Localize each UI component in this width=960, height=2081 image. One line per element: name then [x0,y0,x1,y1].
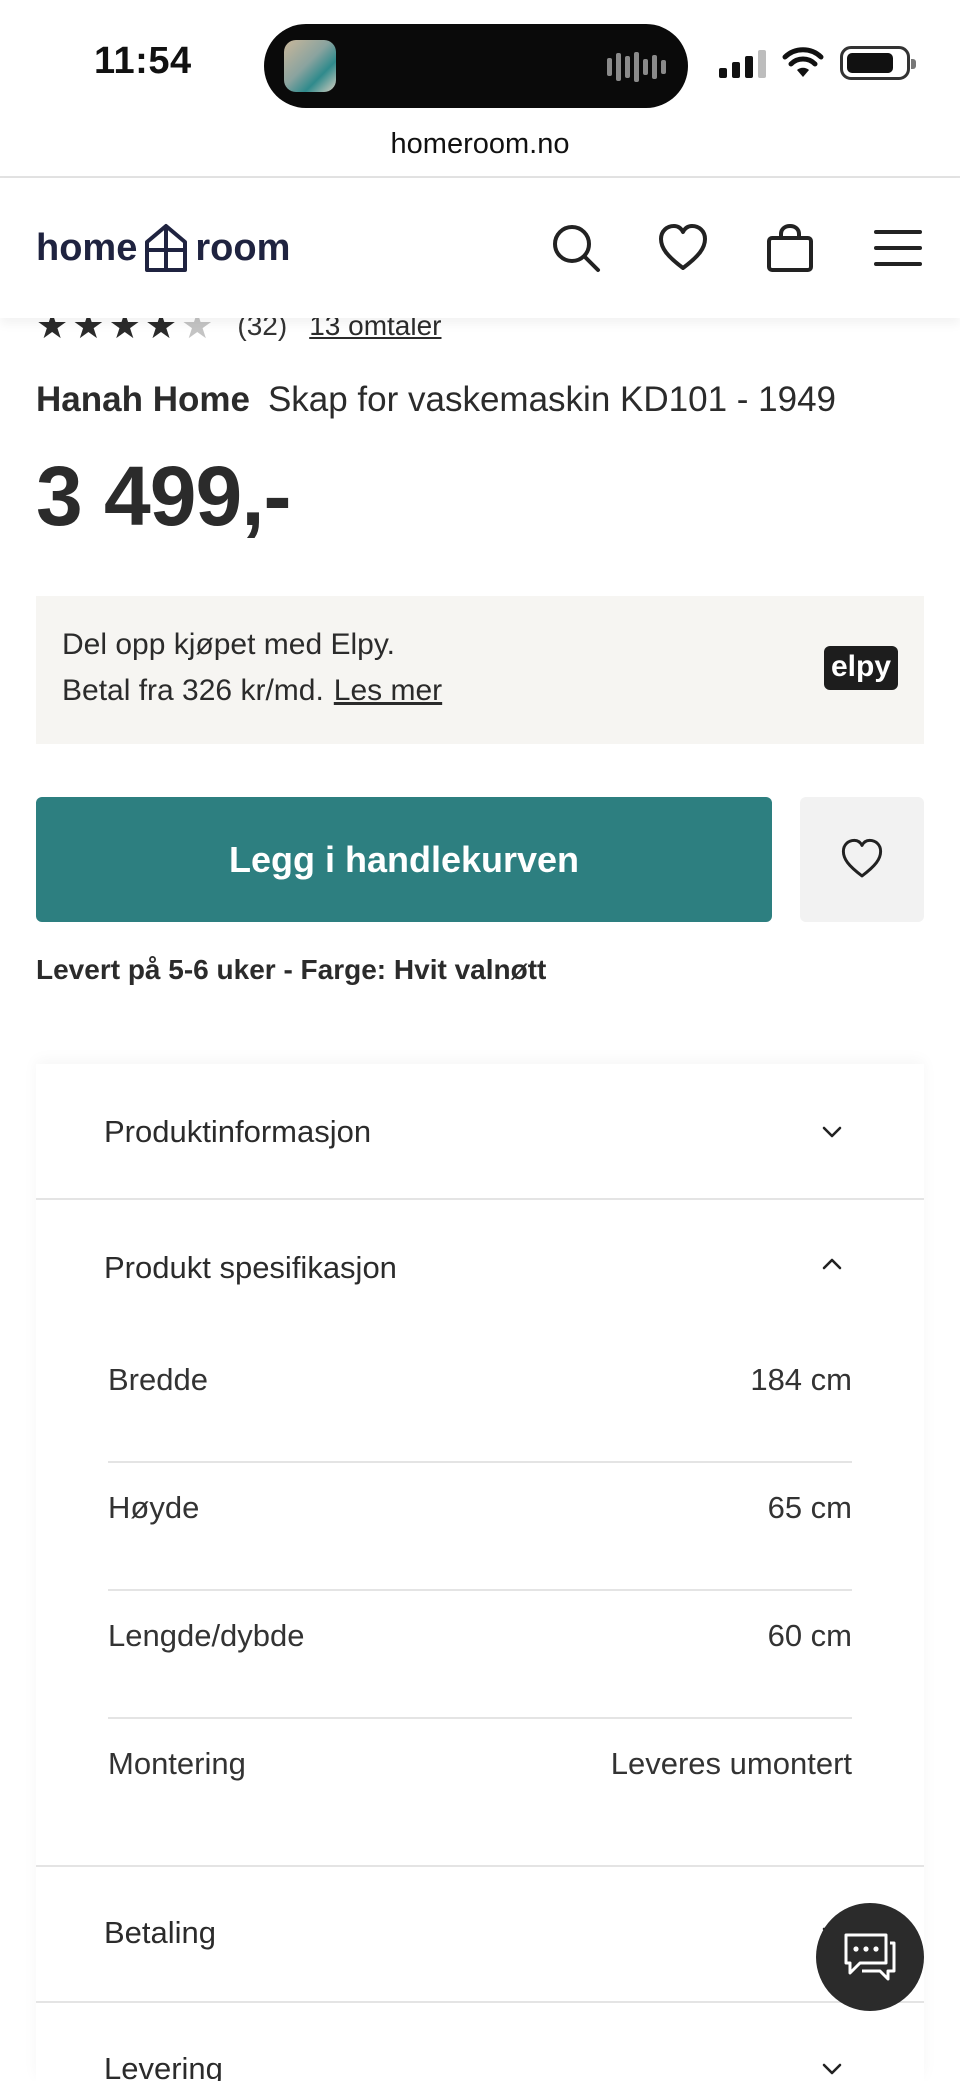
cellular-signal-icon [719,48,766,78]
spec-label: Høyde [108,1490,200,1525]
shopping-bag-icon[interactable] [764,222,816,274]
accordion-title: Levering [104,2051,223,2081]
financing-monthly: Betal fra 326 kr/md. [62,674,324,707]
spec-row-assembly: Montering Leveres umontert [108,1718,852,1845]
product-brand[interactable]: Hanah Home [36,380,250,419]
status-time: 11:54 [94,40,192,82]
logo[interactable]: home room [36,222,290,274]
spec-row-height: Høyde 65 cm [108,1462,852,1589]
battery-icon [840,46,916,80]
accordion-payment[interactable]: Betaling [36,1867,924,2001]
accordion-delivery[interactable]: Levering [36,2003,924,2081]
now-playing-thumbnail [284,40,336,92]
house-icon [145,224,188,272]
product-price: 3 499,- [36,449,292,543]
chevron-up-icon [822,1258,842,1270]
accordion-specs[interactable]: Produkt spesifikasjon [36,1200,924,1334]
heart-icon [841,838,883,878]
wishlist-button[interactable] [800,797,924,922]
accordion-title: Produktinformasjon [104,1114,372,1149]
product-name: Skap for vaskemaskin KD101 - 1949 [267,380,837,419]
spec-label: Montering [108,1746,246,1781]
financing-line2: Betal fra 326 kr/md. Les mer [62,674,442,708]
spec-row-depth: Lengde/dybde 60 cm [108,1590,852,1717]
delivery-note: Levert på 5-6 uker - Farge: Hvit valnøtt [36,954,547,985]
spec-value: 60 cm [767,1618,852,1653]
financing-banner: Del opp kjøpet med Elpy. Betal fra 326 k… [36,596,924,744]
chat-button[interactable] [816,1903,924,2011]
audio-wave-icon [607,52,666,82]
product-title: Hanah Home Skap for vaskemaskin KD101 - 1… [36,380,836,420]
spec-label: Bredde [108,1362,208,1397]
spec-value: Leveres umontert [610,1746,852,1781]
spec-value: 65 cm [767,1490,852,1525]
spec-row-width: Bredde 184 cm [108,1334,852,1461]
add-to-cart-button[interactable]: Legg i handlekurven [36,797,772,922]
chevron-down-icon [822,2063,842,2075]
heart-icon[interactable] [657,222,709,274]
url-bar[interactable]: homeroom.no [0,128,960,176]
wifi-icon [782,47,824,77]
menu-icon[interactable] [872,222,924,274]
chat-icon [844,1933,896,1981]
elpy-logo: elpy [824,646,898,690]
search-icon[interactable] [550,222,602,274]
product-accordion: Produktinformasjon Produkt spesifikasjon… [36,1064,924,2081]
chevron-down-icon [822,1126,842,1138]
logo-text-room: room [195,226,291,269]
accordion-product-info[interactable]: Produktinformasjon [36,1064,924,1198]
status-bar: 11:54 [0,0,960,128]
accordion-title: Betaling [104,1915,217,1950]
read-more-link[interactable]: Les mer [334,674,442,707]
dynamic-island [264,24,688,108]
spec-value: 184 cm [750,1362,852,1397]
accordion-title: Produkt spesifikasjon [104,1250,397,1285]
site-header: home room [0,178,960,318]
logo-text-home: home [36,226,138,269]
spec-label: Lengde/dybde [108,1618,305,1653]
financing-line1: Del opp kjøpet med Elpy. [62,628,395,661]
